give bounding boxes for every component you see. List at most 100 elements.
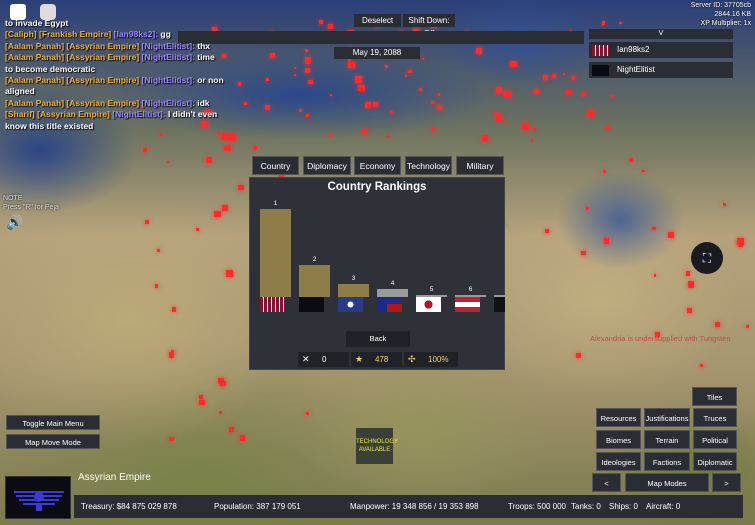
city-marker (746, 324, 750, 328)
map-move-mode-button[interactable]: Map Move Mode (6, 434, 100, 449)
chat-user: [Ian98ks2]: (111, 29, 161, 40)
city-marker (304, 57, 312, 64)
city-marker (390, 110, 393, 114)
city-marker (167, 160, 170, 163)
resources-button[interactable]: Resources (596, 408, 641, 427)
map-mode-prev-button[interactable]: < (592, 473, 621, 492)
city-marker (142, 148, 147, 152)
city-marker (319, 20, 324, 25)
city-marker (199, 399, 205, 406)
city-marker (305, 113, 309, 118)
deselect-button[interactable]: Deselect (354, 14, 401, 27)
city-marker (226, 270, 233, 277)
city-marker (495, 114, 502, 122)
tab-diplomacy[interactable]: Diplomacy (303, 156, 351, 175)
city-marker (575, 353, 582, 359)
city-marker (328, 133, 333, 137)
tab-economy[interactable]: Economy (354, 156, 401, 175)
political-button[interactable]: Political (693, 430, 737, 449)
flag-rank-3[interactable] (338, 297, 363, 312)
flag-rank-7[interactable] (494, 297, 505, 312)
chat-message: [Sharif] [Assyrian Empire] [NightElitist… (5, 109, 225, 132)
chat-log: to invade Egypt [Caliph] [Frankish Empire… (5, 18, 225, 132)
shift-down-toggle[interactable]: Shift Down: Off (403, 14, 455, 38)
star-icon: ★ (355, 354, 364, 364)
city-marker (476, 47, 482, 54)
justifications-button[interactable]: Justifications (644, 408, 690, 427)
date-bar (178, 31, 584, 44)
panel-title: Country Rankings (327, 181, 427, 193)
stat-left-value: 0 (322, 355, 327, 364)
city-marker (171, 307, 177, 312)
player-name: NightElitist (617, 65, 655, 74)
city-marker (510, 60, 517, 68)
city-marker (421, 57, 424, 60)
chat-title: [Sharif] (5, 109, 38, 120)
city-marker (431, 100, 435, 104)
chat-country: [Assyrian Empire] (37, 109, 110, 120)
tab-military[interactable]: Military (456, 156, 504, 175)
city-marker (699, 364, 703, 368)
technology-available-button[interactable]: TECHNOLOGY AVAILABLE (356, 428, 398, 464)
city-marker (419, 88, 423, 92)
chat-message: [Aalam Panah] [Assyrian Empire] [NightEl… (5, 98, 225, 109)
flag-rank-5[interactable] (416, 297, 441, 312)
player-row[interactable]: Ian98ks2 (589, 42, 733, 58)
city-marker (715, 321, 721, 328)
city-marker (533, 127, 537, 131)
city-marker (265, 77, 270, 82)
toggle-main-menu-button[interactable]: Toggle Main Menu (6, 415, 100, 430)
player-row[interactable]: NightElitist (589, 62, 733, 78)
chat-user: [NightElitist]: (109, 109, 168, 120)
factions-button[interactable]: Factions (644, 452, 690, 471)
flag-rank-1[interactable] (260, 297, 285, 312)
city-marker (685, 271, 691, 276)
city-marker (504, 90, 511, 98)
chat-text: gg (160, 29, 171, 40)
manpower: Manpower: 19 348 856 / 19 353 898 (350, 502, 479, 511)
city-marker (619, 21, 622, 24)
note-title: NOTE (3, 195, 23, 202)
speaker-icon[interactable]: 🔊 (6, 214, 23, 231)
city-marker (214, 210, 221, 218)
city-marker (305, 49, 309, 52)
rank-label: 2 (312, 256, 317, 263)
server-id: Server ID: 37705cb (690, 2, 751, 9)
player-flag (592, 45, 609, 56)
camera-icon[interactable]: ⛶ (691, 242, 723, 274)
city-marker (305, 68, 310, 73)
city-marker (327, 23, 333, 29)
map-mode-next-button[interactable]: > (712, 473, 741, 492)
city-marker (206, 156, 212, 163)
ideologies-button[interactable]: Ideologies (596, 452, 641, 471)
player-list-header[interactable]: V (589, 29, 733, 39)
city-marker (195, 227, 199, 231)
rank-label: 3 (351, 275, 356, 282)
stat-right: ✣ 100% (404, 352, 458, 367)
diplomatic-button[interactable]: Diplomatic (693, 452, 737, 471)
rank-label: 6 (468, 286, 473, 293)
rank-label: 1 (273, 200, 278, 207)
city-marker (244, 102, 247, 106)
rank-label: 4 (390, 280, 395, 287)
flag-rank-2[interactable] (299, 297, 324, 312)
back-button[interactable]: Back (346, 331, 410, 347)
tanks: Tanks: 0 (571, 502, 601, 511)
city-marker (216, 132, 220, 135)
flag-rank-4[interactable] (377, 297, 402, 312)
city-marker (552, 74, 557, 79)
city-marker (365, 102, 371, 108)
stat-mid-value: 478 (375, 355, 389, 364)
map-modes-button[interactable]: Map Modes (625, 473, 709, 492)
tiles-button[interactable]: Tiles (692, 387, 737, 406)
tab-technology[interactable]: Technology (405, 156, 452, 175)
biomes-button[interactable]: Biomes (596, 430, 641, 449)
tab-country[interactable]: Country (252, 156, 299, 175)
city-marker (293, 66, 296, 69)
truces-button[interactable]: Truces (693, 408, 737, 427)
note-body: Press "R" for Peja (3, 204, 59, 211)
country-emblem[interactable] (5, 476, 71, 519)
flag-rank-6[interactable] (455, 297, 480, 312)
terrain-button[interactable]: Terrain (644, 430, 690, 449)
city-marker (347, 61, 355, 69)
